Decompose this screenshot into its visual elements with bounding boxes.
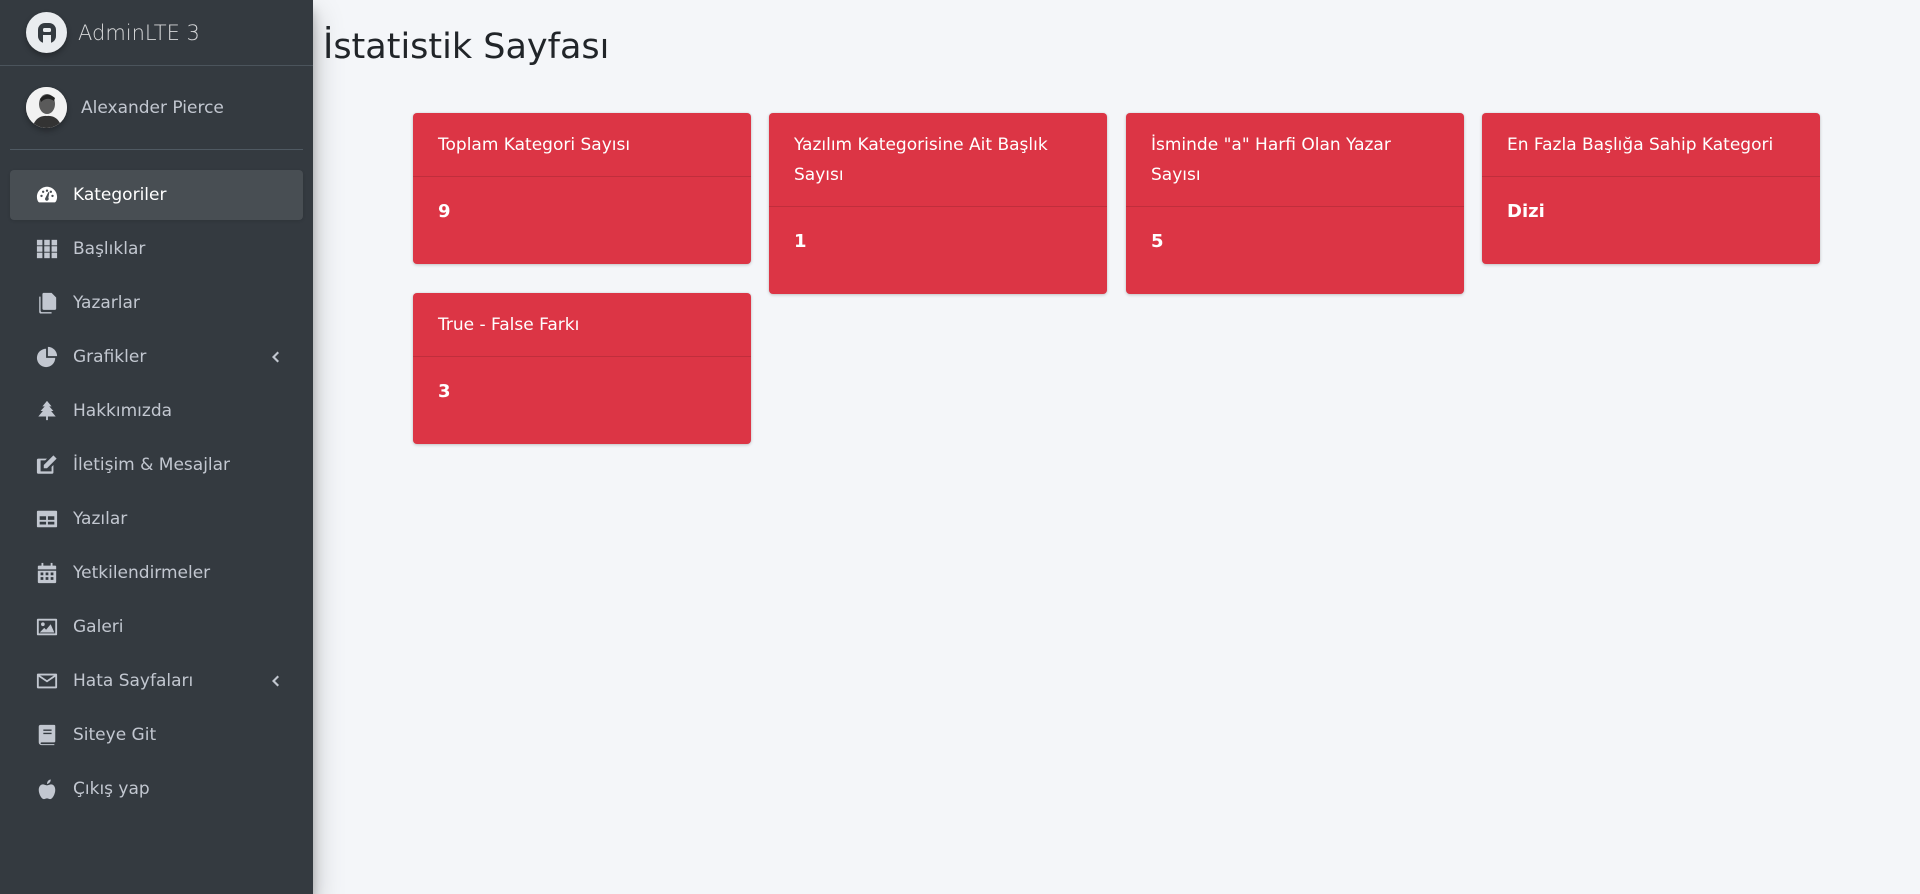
main-content: İstatistik Sayfası Toplam Kategori Sayıs… <box>313 0 1920 894</box>
card-title: True - False Farkı <box>413 293 751 357</box>
card-value: 3 <box>438 381 451 402</box>
sidebar-item-label: Siteye Git <box>73 725 157 745</box>
pie-chart-icon <box>35 345 59 369</box>
book-icon <box>35 723 59 747</box>
stat-card-true-false-diff: True - False Farkı 3 <box>413 293 751 444</box>
stat-card-total-categories: Toplam Kategori Sayısı 9 <box>413 113 751 264</box>
sidebar-item-grafikler[interactable]: Grafikler <box>10 332 303 382</box>
sidebar-item-siteye-git[interactable]: Siteye Git <box>10 710 303 760</box>
sidebar-item-label: Başlıklar <box>73 239 146 259</box>
sidebar-item-label: Hakkımızda <box>73 401 173 421</box>
grid-icon <box>35 237 59 261</box>
image-icon <box>35 615 59 639</box>
sidebar-item-iletisim[interactable]: İletişim & Mesajlar <box>10 440 303 490</box>
sidebar-item-label: Yetkilendirmeler <box>73 563 211 583</box>
sidebar-item-label: Yazarlar <box>73 293 140 313</box>
stat-card-software-titles: Yazılım Kategorisine Ait Başlık Sayısı 1 <box>769 113 1107 294</box>
stat-card-top-category: En Fazla Başlığa Sahip Kategori Dizi <box>1482 113 1820 264</box>
card-title: Yazılım Kategorisine Ait Başlık Sayısı <box>769 113 1107 207</box>
card-title: İsminde "a" Harfi Olan Yazar Sayısı <box>1126 113 1464 207</box>
sidebar-item-label: Çıkış yap <box>73 779 150 799</box>
sidebar-item-label: İletişim & Mesajlar <box>73 455 231 475</box>
card-value: 9 <box>438 201 451 222</box>
sidebar: AdminLTE 3 Alexander Pierce Kategoriler … <box>0 0 313 894</box>
sidebar-item-cikis-yap[interactable]: Çıkış yap <box>10 764 303 814</box>
tachometer-icon <box>35 183 59 207</box>
user-name: Alexander Pierce <box>81 97 224 118</box>
card-value: 5 <box>1151 231 1164 252</box>
user-panel[interactable]: Alexander Pierce <box>10 66 303 150</box>
sidebar-item-yazarlar[interactable]: Yazarlar <box>10 278 303 328</box>
user-avatar <box>26 87 67 128</box>
sidebar-item-label: Hata Sayfaları <box>73 671 194 691</box>
calendar-icon <box>35 561 59 585</box>
tree-icon <box>35 399 59 423</box>
envelope-icon <box>35 669 59 693</box>
chevron-left-icon <box>265 347 285 367</box>
brand-name: AdminLTE 3 <box>78 20 200 45</box>
stat-card-authors-with-a: İsminde "a" Harfi Olan Yazar Sayısı 5 <box>1126 113 1464 294</box>
card-value: 1 <box>794 231 807 252</box>
sidebar-item-hata-sayfalari[interactable]: Hata Sayfaları <box>10 656 303 706</box>
sidebar-item-galeri[interactable]: Galeri <box>10 602 303 652</box>
apple-icon <box>35 777 59 801</box>
sidebar-item-label: Kategoriler <box>73 185 167 205</box>
sidebar-item-label: Galeri <box>73 617 124 637</box>
card-value: Dizi <box>1507 201 1545 222</box>
page-title: İstatistik Sayfası <box>323 27 610 67</box>
table-icon <box>35 507 59 531</box>
chevron-left-icon <box>265 671 285 691</box>
sidebar-item-basliklar[interactable]: Başlıklar <box>10 224 303 274</box>
sidebar-item-hakkimizda[interactable]: Hakkımızda <box>10 386 303 436</box>
edit-icon <box>35 453 59 477</box>
sidebar-item-yazilar[interactable]: Yazılar <box>10 494 303 544</box>
sidebar-item-label: Grafikler <box>73 347 147 367</box>
sidebar-item-label: Yazılar <box>73 509 128 529</box>
brand-link[interactable]: AdminLTE 3 <box>0 0 313 66</box>
adminlte-logo-icon <box>26 12 67 53</box>
sidebar-item-kategoriler[interactable]: Kategoriler <box>10 170 303 220</box>
sidebar-item-yetkilendirmeler[interactable]: Yetkilendirmeler <box>10 548 303 598</box>
sidebar-nav: Kategoriler Başlıklar Yazarlar Grafikler <box>0 170 313 814</box>
copy-icon <box>35 291 59 315</box>
card-title: En Fazla Başlığa Sahip Kategori <box>1482 113 1820 177</box>
card-title: Toplam Kategori Sayısı <box>413 113 751 177</box>
